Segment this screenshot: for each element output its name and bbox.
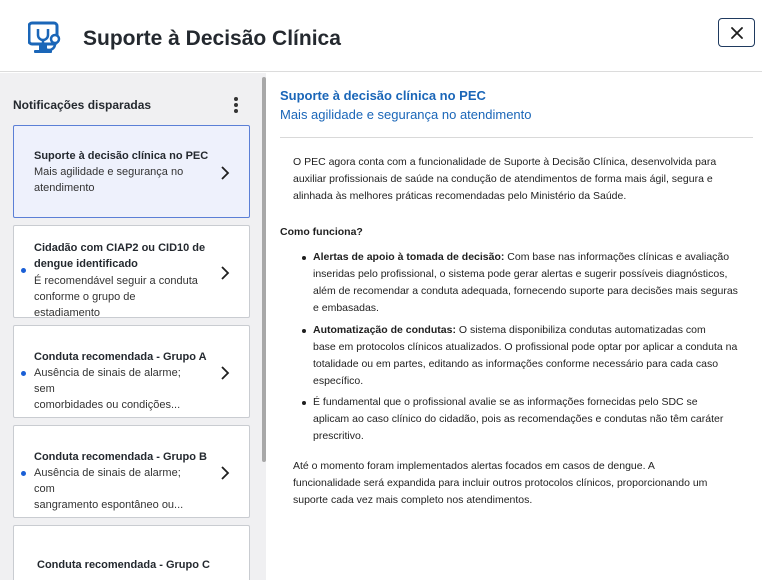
- detail-subtitle: Mais agilidade e segurança no atendiment…: [280, 107, 532, 122]
- notification-title: Suporte à decisão clínica no PEC: [34, 150, 209, 162]
- notification-desc: Ausência de sinais de alarme; com sangra…: [34, 467, 184, 511]
- unread-dot: [21, 471, 26, 476]
- more-options-icon[interactable]: [230, 95, 242, 115]
- sidebar-title: Notificações disparadas: [13, 98, 152, 112]
- chevron-right-icon: [221, 166, 230, 180]
- notification-desc: É recomendável seguir a conduta conforme…: [34, 275, 198, 319]
- notification-desc: Mais agilidade e segurança no atendiment…: [34, 166, 184, 194]
- bullet-dot: [302, 256, 306, 260]
- notification-title: Cidadão com CIAP2 ou CID10 de dengue ide…: [34, 242, 206, 270]
- outro-paragraph: Até o momento foram implementados alerta…: [293, 460, 708, 506]
- notification-title: Conduta recomendada - Grupo A: [34, 351, 207, 363]
- clinical-support-icon: [28, 21, 61, 53]
- dialog-title: Suporte à Decisão Clínica: [83, 27, 341, 50]
- notification-card-grupo-b[interactable]: Conduta recomendada - Grupo B Ausência d…: [13, 425, 250, 518]
- notification-desc: Ausência de sinais de alarme; sem comorb…: [34, 367, 181, 411]
- close-icon: [730, 26, 743, 39]
- notification-title: Conduta recomendada - Grupo B: [34, 451, 207, 463]
- chevron-right-icon: [221, 466, 230, 480]
- bullet-evaluation: É fundamental que o profissional avalie …: [313, 396, 724, 442]
- how-heading: Como funciona?: [280, 226, 363, 238]
- unread-dot: [21, 371, 26, 376]
- notifications-sidebar: Notificações disparadas Suporte à decisã…: [0, 73, 266, 580]
- notification-card-dengue[interactable]: Cidadão com CIAP2 ou CID10 de dengue ide…: [13, 225, 250, 319]
- notification-title: Conduta recomendada - Grupo C: [37, 559, 210, 571]
- divider: [280, 137, 753, 138]
- close-button[interactable]: [718, 18, 755, 47]
- notification-detail: Suporte à decisão clínica no PEC Mais ag…: [266, 73, 762, 580]
- bullet-decision-alerts: Alertas de apoio à tomada de decisão: Co…: [313, 251, 738, 314]
- notification-card-pec[interactable]: Suporte à decisão clínica no PEC Mais ag…: [13, 125, 250, 218]
- bullet-dot: [302, 401, 306, 405]
- unread-dot: [21, 268, 26, 273]
- chevron-right-icon: [221, 366, 230, 380]
- chevron-right-icon: [221, 266, 230, 280]
- bullet-dot: [302, 329, 306, 333]
- notification-card-grupo-c[interactable]: Conduta recomendada - Grupo C: [13, 525, 250, 580]
- notification-card-grupo-a[interactable]: Conduta recomendada - Grupo A Ausência d…: [13, 325, 250, 418]
- dialog-header: Suporte à Decisão Clínica: [0, 0, 762, 72]
- bullet-automation: Automatização de condutas: O sistema dis…: [313, 324, 738, 387]
- detail-title: Suporte à decisão clínica no PEC: [280, 88, 486, 103]
- intro-paragraph: O PEC agora conta com a funcionalidade d…: [293, 156, 717, 202]
